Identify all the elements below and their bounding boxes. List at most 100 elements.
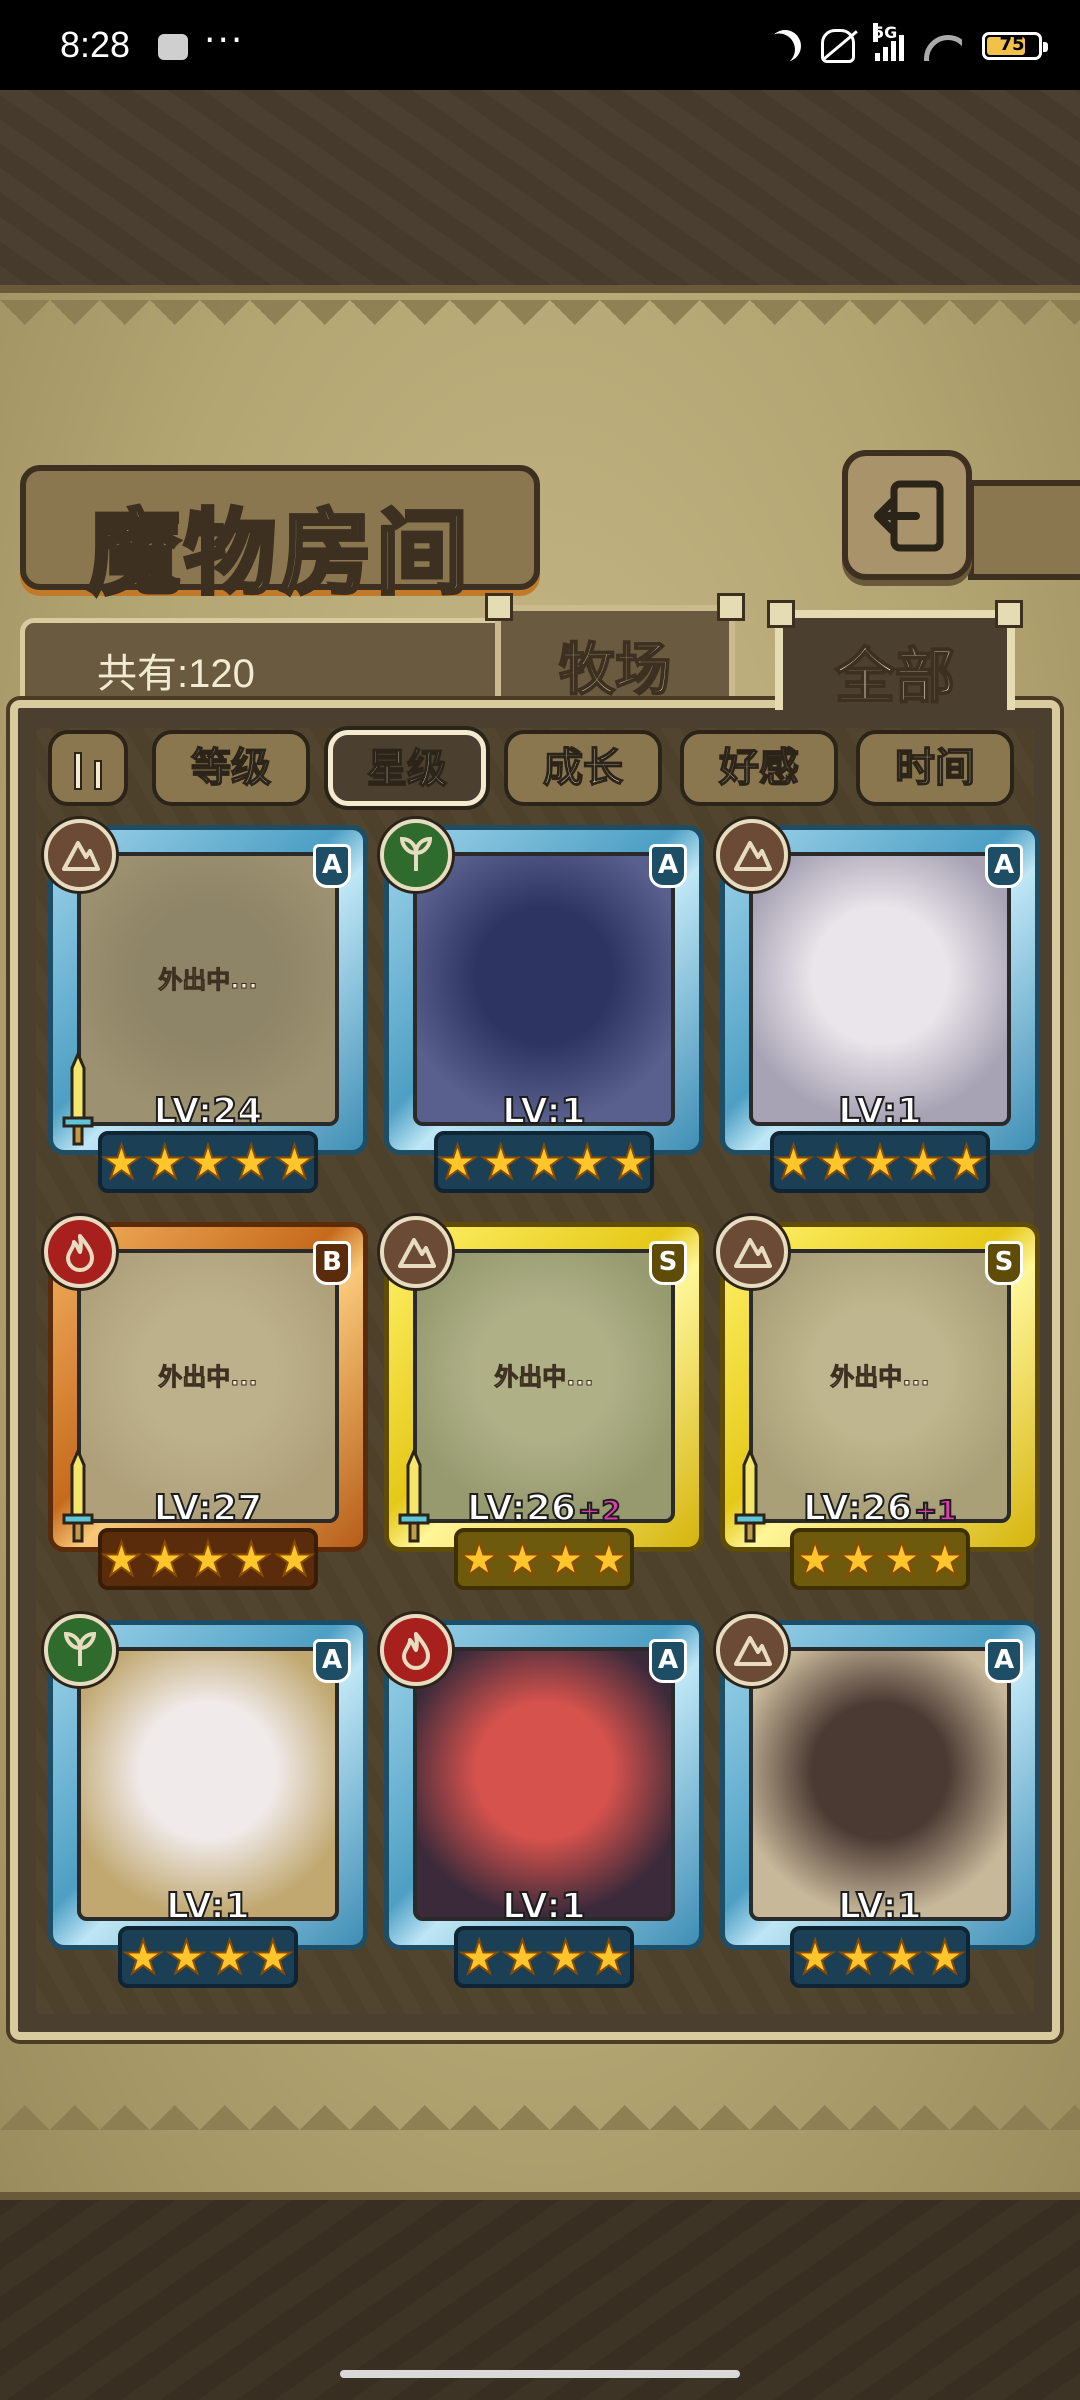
star-icon: ★ (143, 1532, 186, 1586)
star-icon: ★ (143, 1135, 186, 1189)
level-label: LV:1 (725, 1885, 1035, 1928)
level-label: LV:24 (53, 1090, 363, 1133)
star-rating: ★ ★ ★ ★ (454, 1926, 634, 1988)
monster-card[interactable]: B 外出中... LV:27 ★ ★ ★ ★ ★ (44, 1216, 368, 1592)
earth-element-icon (716, 1216, 788, 1288)
monster-count: 共有:120 (97, 652, 255, 696)
star-icon: ★ (208, 1930, 251, 1984)
level-label: LV:26+2 (389, 1487, 699, 1530)
star-icon: ★ (186, 1135, 229, 1189)
sort-order-toggle[interactable] (48, 730, 128, 806)
tab-farm[interactable]: 牧场 (485, 593, 745, 705)
tab-all-label: 全部 (834, 641, 956, 713)
rank-badge: A (985, 844, 1023, 888)
status-time: 8:28 (60, 24, 131, 65)
earth-element-icon (44, 819, 116, 891)
level-label: LV:27 (53, 1487, 363, 1530)
level-value: LV:1 (837, 1090, 923, 1133)
sort-growth-button[interactable]: 成长 (504, 730, 662, 806)
star-icon: ★ (479, 1135, 522, 1189)
home-indicator[interactable] (340, 2370, 740, 2378)
star-icon: ★ (457, 1532, 500, 1586)
star-icon: ★ (457, 1930, 500, 1984)
star-icon: ★ (902, 1135, 945, 1189)
sort-time-button[interactable]: 时间 (856, 730, 1014, 806)
sword-icon (61, 1447, 95, 1547)
star-icon: ★ (793, 1532, 836, 1586)
monster-portrait (749, 852, 1011, 1126)
star-icon: ★ (923, 1930, 966, 1984)
plant-element-icon (380, 819, 452, 891)
more-notifications-icon: ··· (204, 20, 245, 61)
star-icon: ★ (587, 1532, 630, 1586)
level-label: LV:1 (389, 1090, 699, 1133)
tab-all[interactable]: 全部 (767, 600, 1023, 713)
rank-badge: S (649, 1241, 687, 1285)
status-icons: 5G 75 (769, 23, 1048, 66)
battery-level: 75 (999, 34, 1025, 55)
star-icon: ★ (501, 1532, 544, 1586)
monster-card[interactable]: A 外出中... LV:24 ★ ★ ★ ★ ★ (44, 819, 368, 1195)
level-value: LV:27 (153, 1487, 264, 1530)
monster-card[interactable]: S 外出中... LV:26+1 ★ ★ ★ ★ (716, 1216, 1040, 1592)
monster-card[interactable]: A LV:1 ★ ★ ★ ★ (44, 1614, 368, 1990)
network-type: 5G (873, 23, 898, 42)
sort-level-button[interactable]: 等级 (152, 730, 310, 806)
sort-affection-button[interactable]: 好感 (680, 730, 838, 806)
monster-card[interactable]: A LV:1 ★ ★ ★ ★ (380, 1614, 704, 1990)
star-icon: ★ (186, 1532, 229, 1586)
star-rating: ★ ★ ★ ★ ★ (434, 1131, 654, 1193)
tab-farm-label: 牧场 (558, 637, 672, 704)
level-bonus: +1 (913, 1493, 958, 1528)
title-banner: 魔物房间 (20, 465, 540, 609)
star-icon: ★ (880, 1532, 923, 1586)
sort-star-button[interactable]: 星级 (328, 730, 486, 806)
star-icon: ★ (522, 1135, 565, 1189)
star-icon: ★ (100, 1135, 143, 1189)
star-icon: ★ (165, 1930, 208, 1984)
star-icon: ★ (501, 1930, 544, 1984)
cell-signal-icon: 5G (873, 23, 904, 61)
star-icon: ★ (566, 1135, 609, 1189)
monster-card[interactable]: S 外出中... LV:26+2 ★ ★ ★ ★ (380, 1216, 704, 1592)
star-icon: ★ (230, 1135, 273, 1189)
back-button[interactable] (842, 450, 972, 580)
star-icon: ★ (772, 1135, 815, 1189)
away-status: 外出中... (494, 1363, 594, 1392)
page-title: 魔物房间 (86, 497, 472, 609)
monster-card[interactable]: A LV:1 ★ ★ ★ ★ (716, 1614, 1040, 1990)
rank-badge: A (985, 1639, 1023, 1683)
level-label: LV:1 (389, 1885, 699, 1928)
monster-card[interactable]: A LV:1 ★ ★ ★ ★ ★ (380, 819, 704, 1195)
level-value: LV:24 (153, 1090, 264, 1133)
level-bonus: +2 (577, 1493, 622, 1528)
fire-element-icon (44, 1216, 116, 1288)
level-label: LV:1 (725, 1090, 1035, 1133)
level-value: LV:1 (837, 1885, 923, 1928)
star-icon: ★ (815, 1135, 858, 1189)
star-rating: ★ ★ ★ ★ (790, 1926, 970, 1988)
wifi-icon (924, 31, 962, 61)
star-rating: ★ ★ ★ ★ ★ (98, 1528, 318, 1590)
star-rating: ★ ★ ★ ★ (118, 1926, 298, 1988)
monster-card[interactable]: A LV:1 ★ ★ ★ ★ ★ (716, 819, 1040, 1195)
away-status: 外出中... (830, 1363, 930, 1392)
level-value: LV:1 (165, 1885, 251, 1928)
star-icon: ★ (100, 1532, 143, 1586)
level-label: LV:26+1 (725, 1487, 1035, 1530)
rank-badge: A (313, 1639, 351, 1683)
monster-portrait (749, 1647, 1011, 1921)
star-icon: ★ (544, 1532, 587, 1586)
back-arrow-icon (874, 480, 944, 552)
sword-icon (61, 1050, 95, 1150)
earth-element-icon (716, 819, 788, 891)
torn-edge-bottom (0, 2080, 1080, 2130)
star-rating: ★ ★ ★ ★ ★ (98, 1131, 318, 1193)
rank-badge: A (313, 844, 351, 888)
star-rating: ★ ★ ★ ★ (790, 1528, 970, 1590)
battery-icon: 75 (982, 32, 1048, 60)
sort-bar: 等级 星级 成长 好感 时间 (48, 730, 1028, 806)
level-value: LV:26 (466, 1487, 577, 1530)
earth-element-icon (380, 1216, 452, 1288)
rank-badge: A (649, 1639, 687, 1683)
